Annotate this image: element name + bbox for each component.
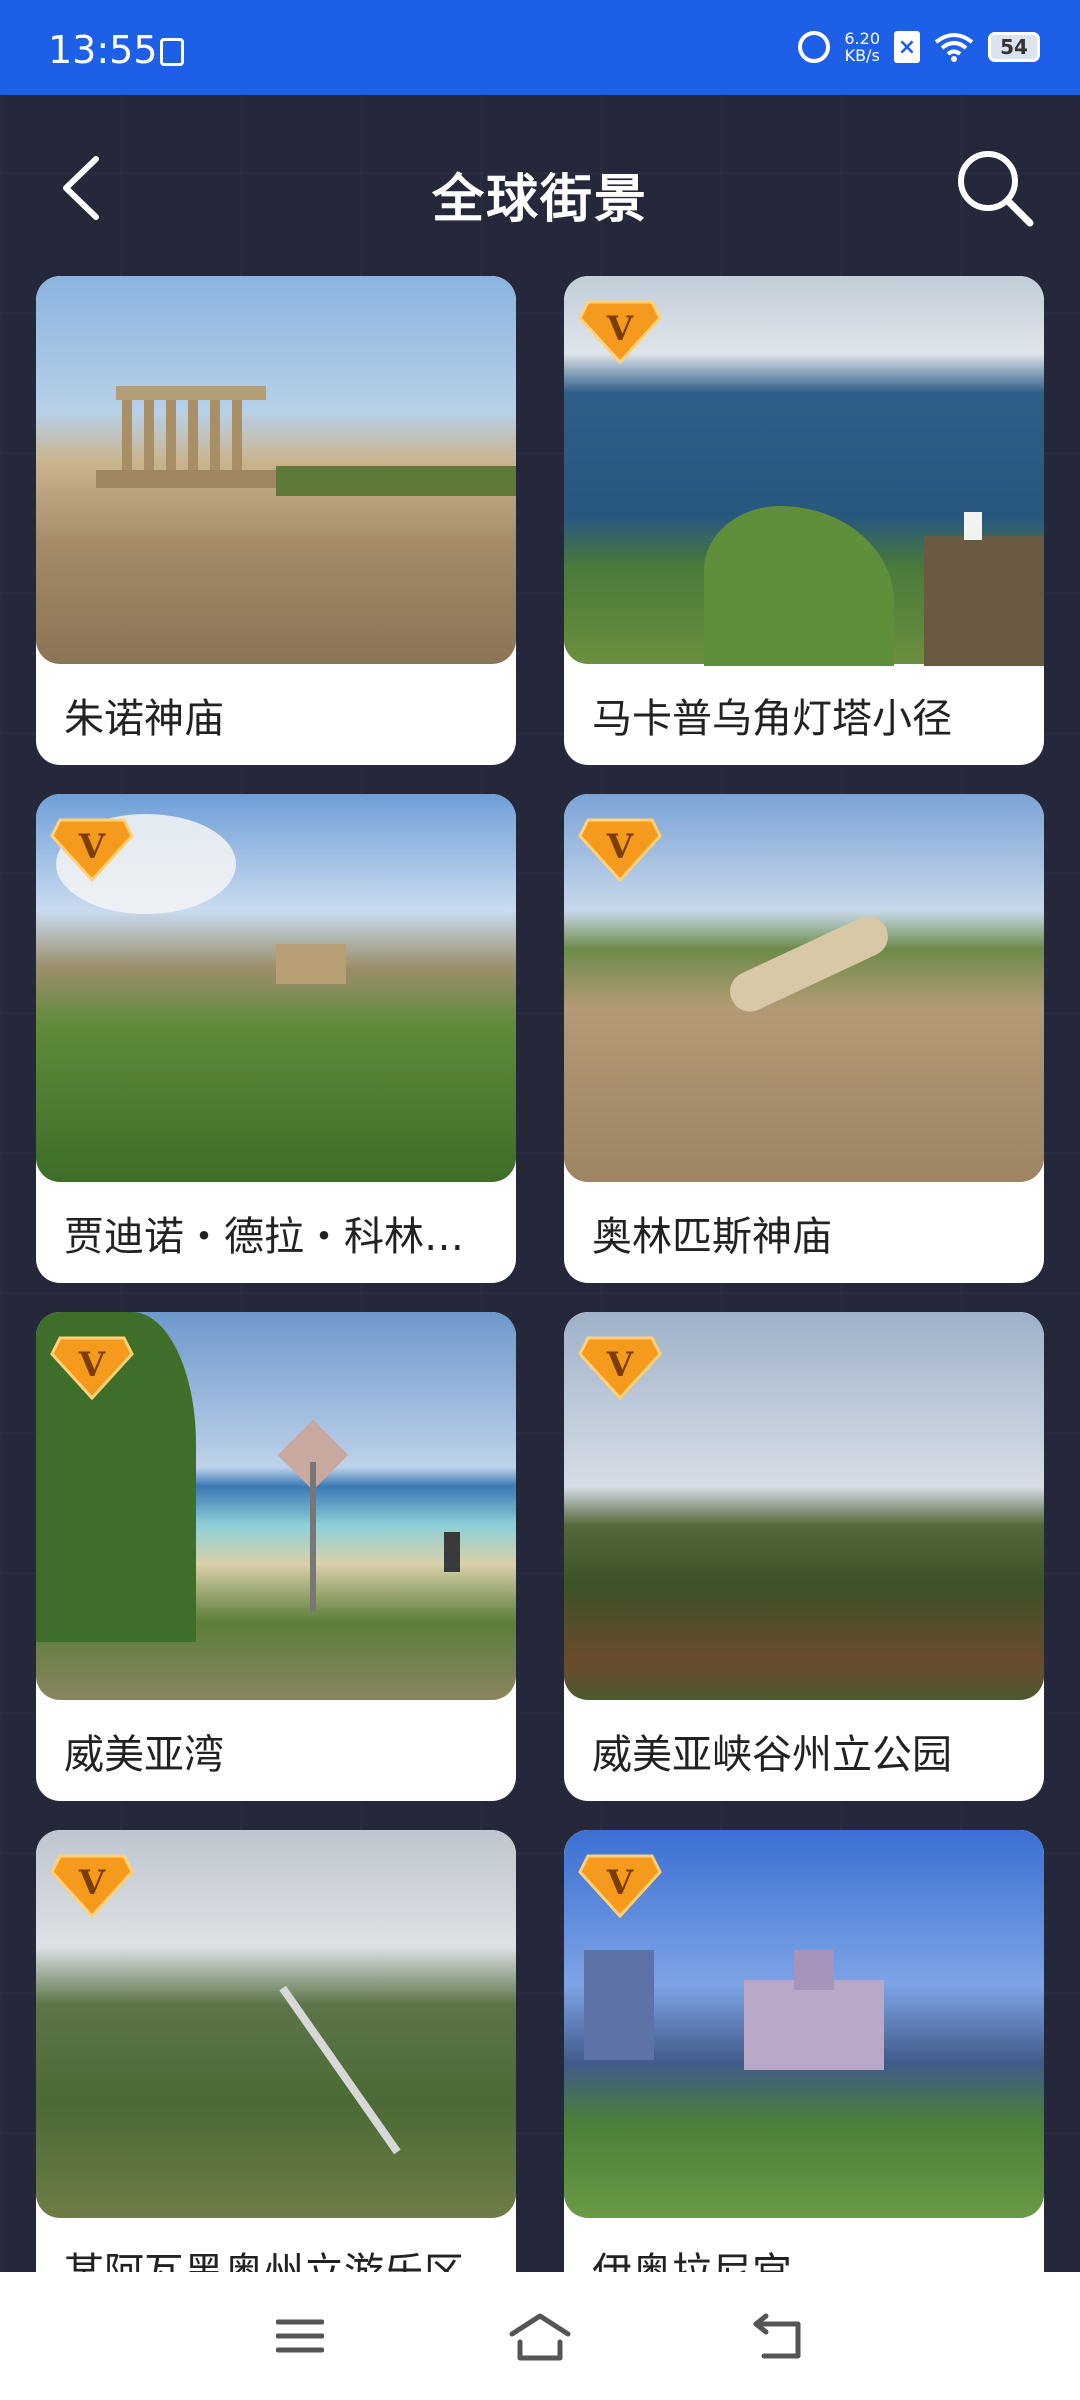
vip-letter: V — [78, 827, 106, 867]
vip-letter: V — [78, 1863, 106, 1903]
place-card[interactable]: V 威美亚峡谷州立公园 — [564, 1312, 1044, 1801]
place-card[interactable]: 朱诺神庙 — [36, 276, 516, 765]
vip-letter: V — [78, 1345, 106, 1385]
place-card[interactable]: V 马卡普乌角灯塔小径 — [564, 276, 1044, 765]
battery-indicator: 54 — [988, 32, 1040, 62]
status-time: 13:55 — [48, 28, 158, 72]
network-speed: 6.20 KB/s — [844, 30, 880, 64]
status-bar: 13:55 6.20 KB/s × 54 — [0, 0, 1080, 95]
menu-icon[interactable] — [276, 2318, 324, 2354]
wifi-icon — [934, 33, 974, 62]
alarm-icon — [798, 31, 831, 63]
place-card[interactable]: V 贾迪诺・德拉・科林… — [36, 794, 516, 1283]
notification-doc-icon — [160, 38, 184, 66]
search-button[interactable] — [954, 147, 1036, 229]
back-icon[interactable] — [752, 2312, 804, 2360]
system-nav-bar — [0, 2272, 1080, 2400]
place-card[interactable]: V 威美亚湾 — [36, 1312, 516, 1801]
vip-letter: V — [606, 1863, 634, 1903]
vip-badge-icon: V — [50, 1854, 134, 1919]
place-name: 贾迪诺・德拉・科林… — [64, 1214, 464, 1260]
status-indicators: 6.20 KB/s × 54 — [798, 30, 1040, 64]
sim-disabled-icon: × — [894, 31, 920, 63]
place-card[interactable]: V 某阿瓦黑奥州立游乐区 — [36, 1830, 516, 2319]
place-name: 奥林匹斯神庙 — [592, 1214, 832, 1260]
network-speed-value: 6.20 — [844, 29, 880, 48]
header: 全球街景 — [0, 95, 1080, 275]
place-card[interactable]: V 奥林匹斯神庙 — [564, 794, 1044, 1283]
vip-badge-icon: V — [50, 1336, 134, 1401]
vip-letter: V — [606, 827, 634, 867]
vip-badge-icon: V — [578, 1336, 662, 1401]
place-name: 威美亚峡谷州立公园 — [592, 1732, 952, 1778]
vip-letter: V — [606, 309, 634, 349]
home-icon[interactable] — [508, 2312, 572, 2362]
place-name: 马卡普乌角灯塔小径 — [592, 696, 952, 742]
vip-badge-icon: V — [578, 1854, 662, 1919]
vip-badge-icon: V — [578, 300, 662, 365]
network-speed-unit: KB/s — [844, 46, 880, 65]
page-title: 全球街景 — [431, 170, 648, 230]
vip-badge-icon: V — [578, 818, 662, 883]
vip-letter: V — [606, 1345, 634, 1385]
place-name: 朱诺神庙 — [64, 696, 224, 742]
place-thumbnail — [36, 276, 516, 664]
place-name: 威美亚湾 — [64, 1732, 224, 1778]
place-card[interactable]: V 伊奥拉尼宫 — [564, 1830, 1044, 2319]
vip-badge-icon: V — [50, 818, 134, 883]
